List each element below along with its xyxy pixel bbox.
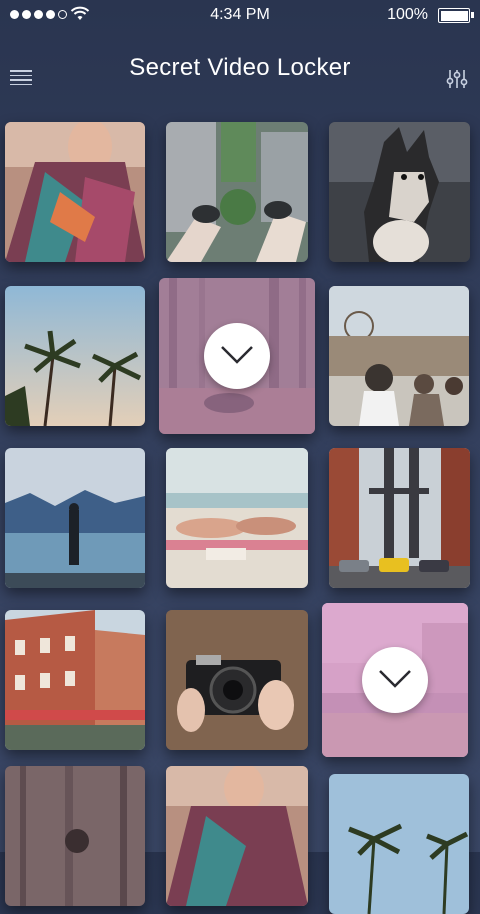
photo-grid (0, 120, 480, 914)
checkmark-icon (204, 323, 270, 389)
photo-lake-mountains[interactable] (5, 448, 145, 588)
battery-icon (438, 8, 474, 23)
page-title: Secret Video Locker (129, 54, 351, 81)
photo-palm-trees[interactable] (5, 286, 145, 426)
photo-palms-sky[interactable] (329, 774, 469, 914)
photo-feet-skyscrapers[interactable] (166, 122, 308, 262)
photo-crowd-pier[interactable] (329, 286, 469, 426)
photo-red-building[interactable] (5, 610, 145, 750)
photo-forest-figure[interactable] (5, 766, 145, 906)
app-header: Secret Video Locker (0, 40, 480, 100)
sliders-icon[interactable] (446, 68, 468, 90)
photo-scarf-woman-2[interactable] (166, 766, 308, 906)
status-bar: 4:34 PM 100% (0, 0, 480, 30)
battery-percentage: 100% (387, 6, 428, 23)
checkmark-icon (362, 647, 428, 713)
photo-pink-seaside[interactable] (322, 603, 468, 757)
photo-bridge-street[interactable] (329, 448, 470, 588)
photo-husky-dog[interactable] (329, 122, 470, 262)
photo-beach-sunbathers[interactable] (166, 448, 308, 588)
photo-forest-person[interactable] (159, 278, 315, 434)
photo-hands-camera[interactable] (166, 610, 308, 750)
photo-scarf-woman[interactable] (5, 122, 145, 262)
